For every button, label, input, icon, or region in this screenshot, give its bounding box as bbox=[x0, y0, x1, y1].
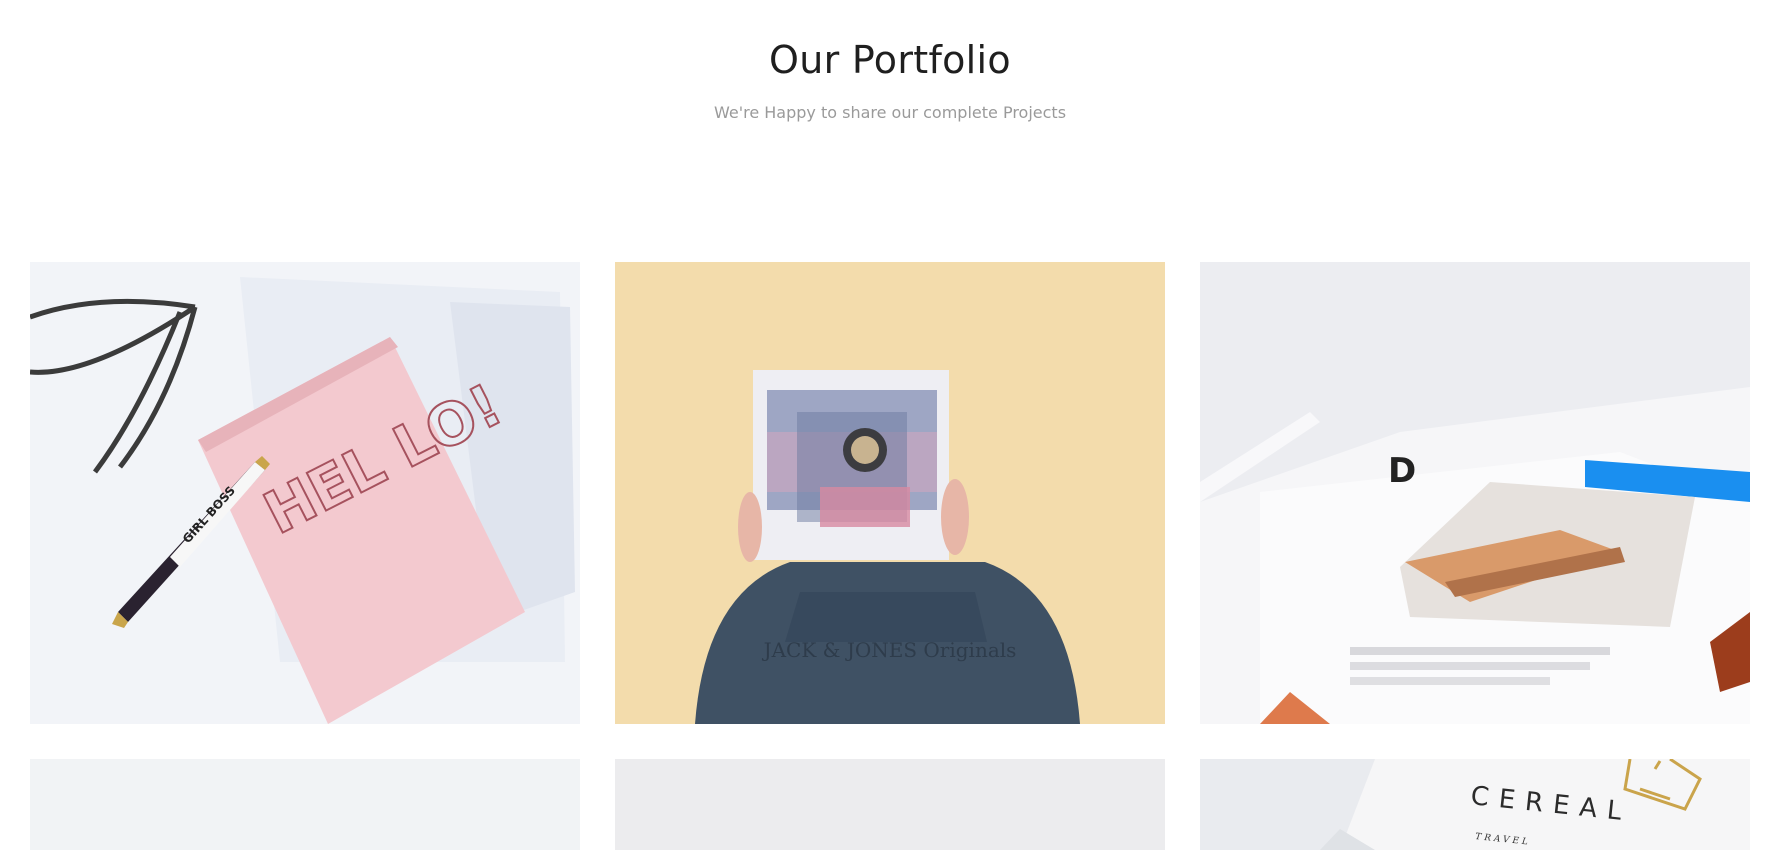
sweatshirt-text: JACK & JONES Originals bbox=[762, 638, 1017, 662]
portfolio-item-print-layout[interactable]: D bbox=[1200, 262, 1750, 724]
page-subtitle: We're Happy to share our complete Projec… bbox=[713, 103, 1067, 122]
art-print-image: JACK & JONES Originals bbox=[615, 262, 1165, 724]
hello-notebook-image: GIRL BOSS HEL LO! bbox=[30, 262, 580, 724]
portfolio-item-5[interactable] bbox=[615, 759, 1165, 850]
portfolio-item-cereal-magazine[interactable]: CEREAL TRAVEL bbox=[1200, 759, 1750, 850]
page-title: Our Portfolio bbox=[769, 38, 1011, 82]
letter-d: D bbox=[1388, 451, 1416, 491]
portfolio-image-5 bbox=[615, 759, 1165, 850]
print-layout-image: D bbox=[1200, 262, 1750, 724]
portfolio-item-art-print[interactable]: JACK & JONES Originals bbox=[615, 262, 1165, 724]
cereal-magazine-image: CEREAL TRAVEL bbox=[1200, 759, 1750, 850]
portfolio-item-hello-notebook[interactable]: GIRL BOSS HEL LO! bbox=[30, 262, 580, 724]
portfolio-image-4 bbox=[30, 759, 580, 850]
portfolio-item-4[interactable] bbox=[30, 759, 580, 850]
